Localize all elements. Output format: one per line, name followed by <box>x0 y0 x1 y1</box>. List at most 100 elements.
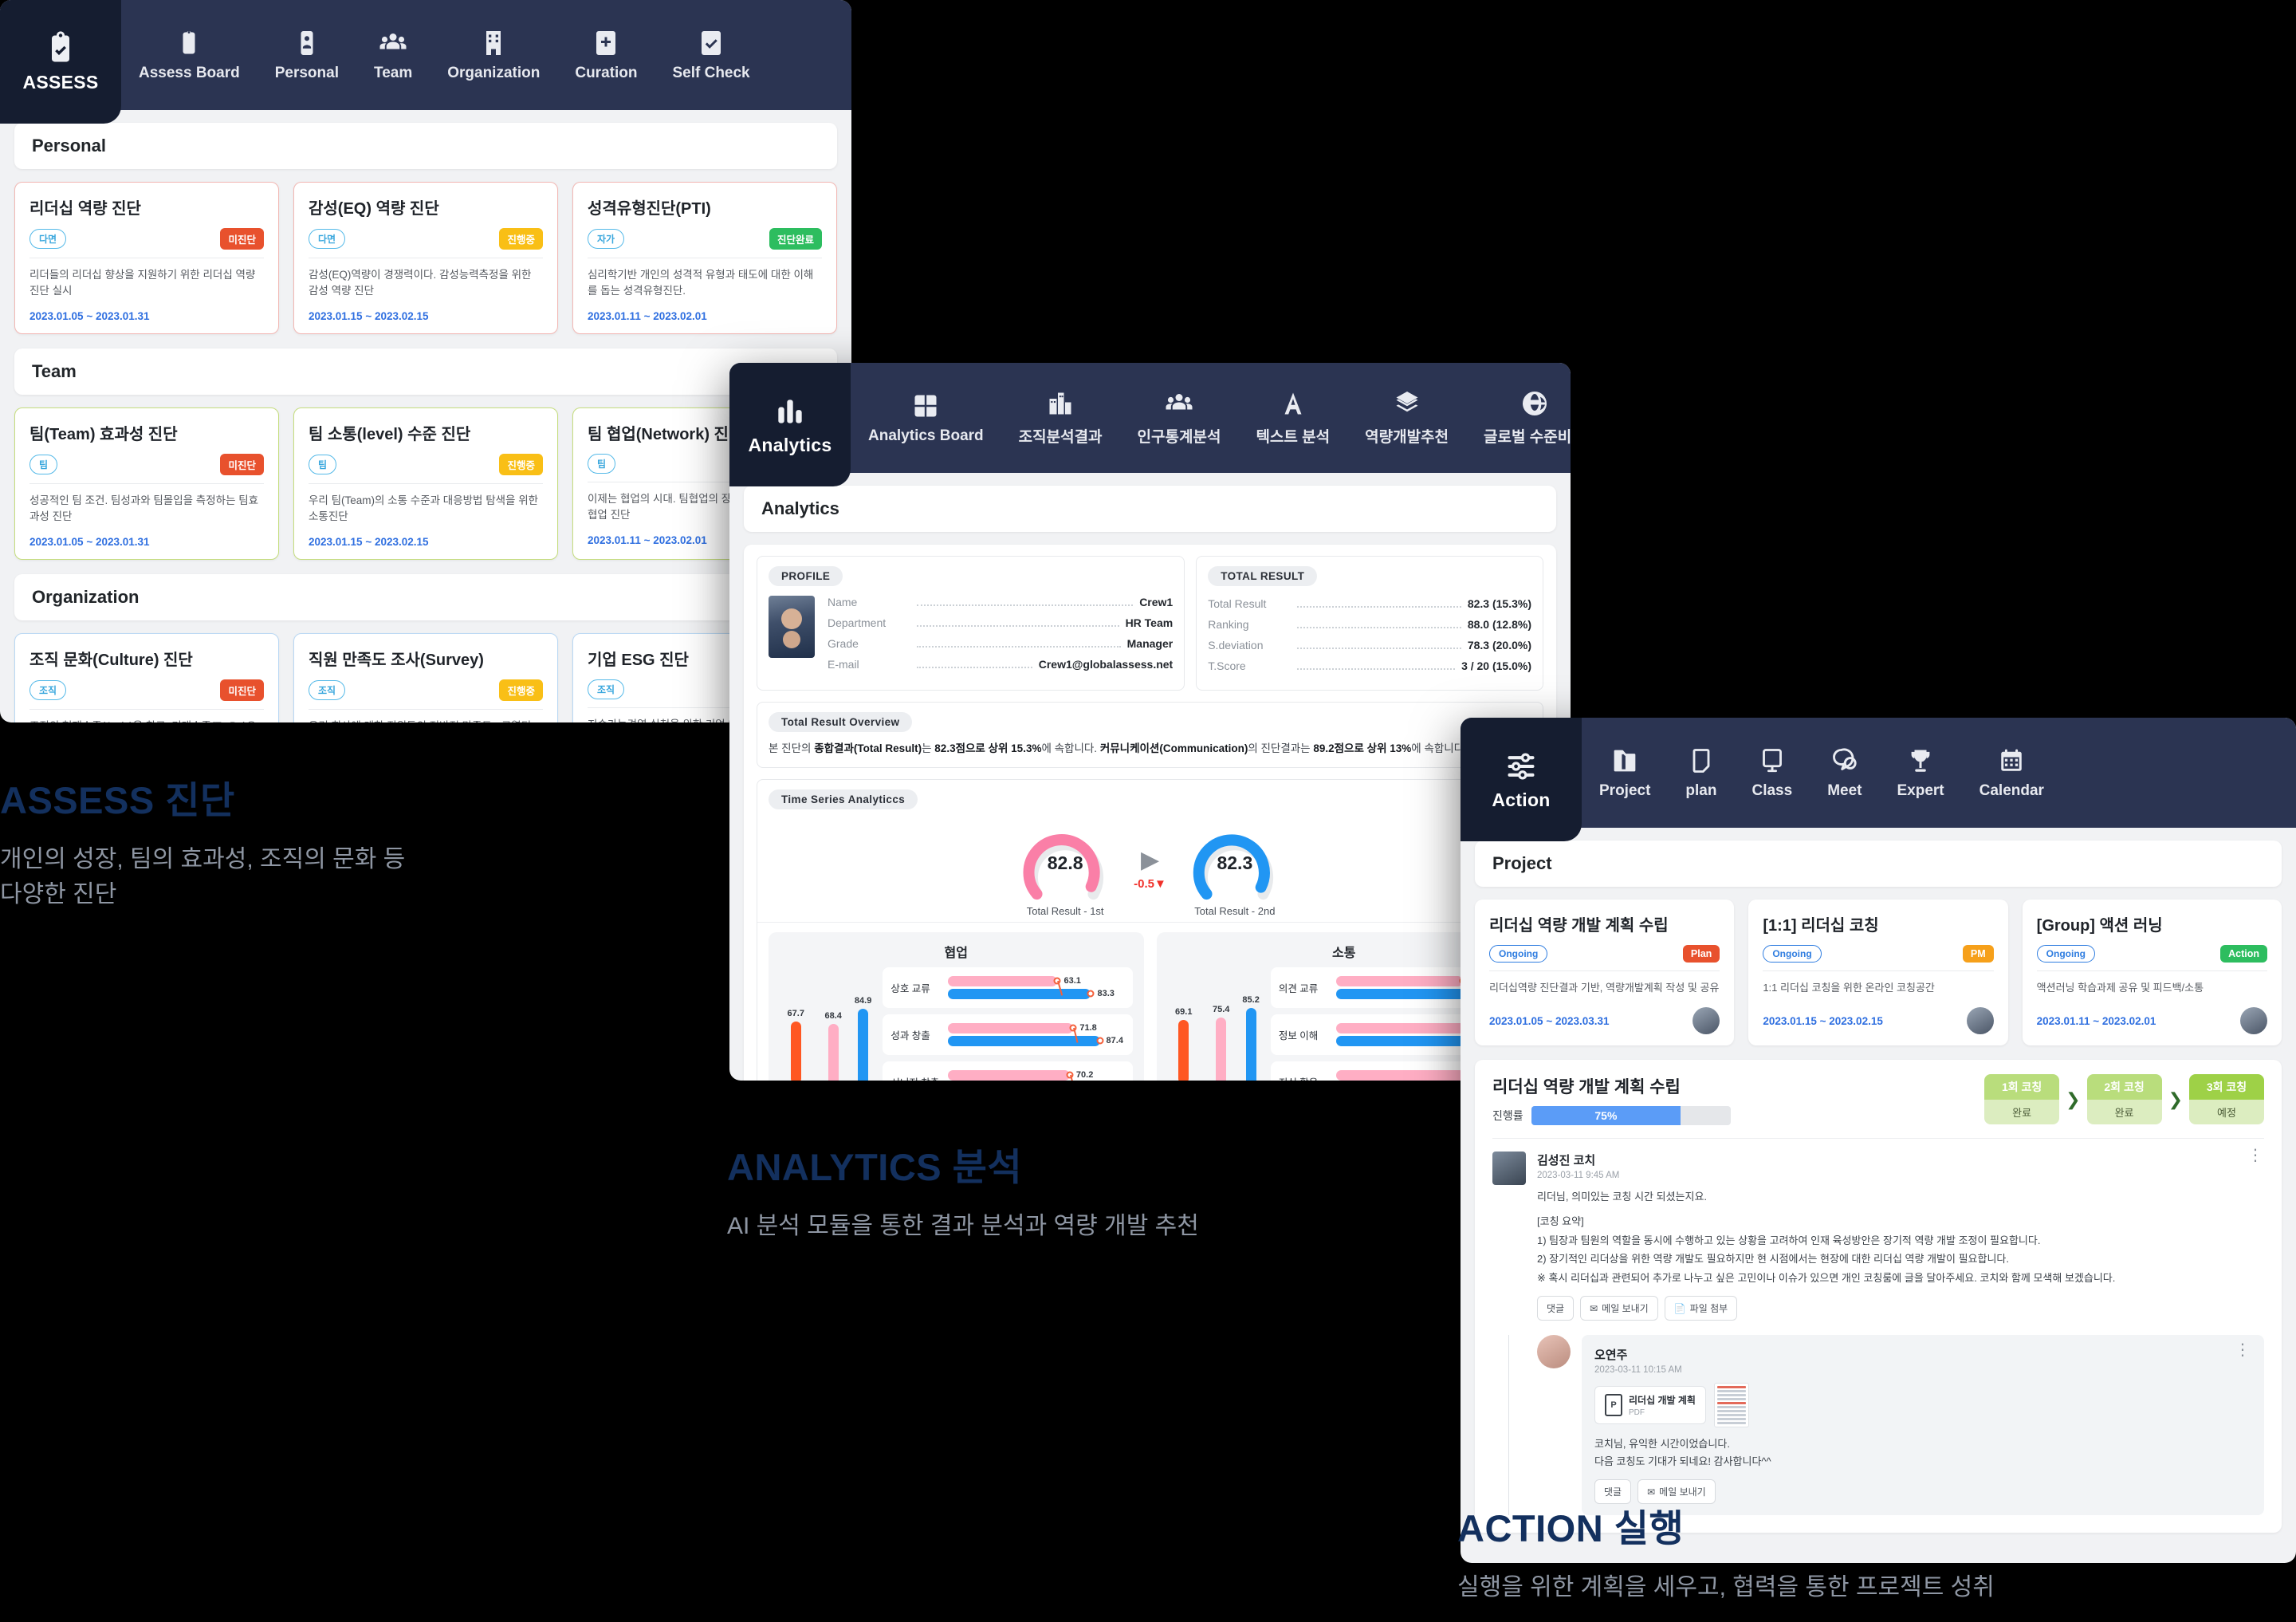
hbar-pair: 63.1 83.3 <box>948 974 1124 1002</box>
profile-key: E-mail <box>828 658 859 671</box>
project-desc: 액션러닝 학습과제 공유 및 피드백/소통 <box>2036 982 2204 994</box>
hbar-value: 71.8 <box>1079 1023 1097 1033</box>
check-square-icon <box>702 30 721 55</box>
action-nav-meet[interactable]: Meet <box>1810 718 1879 828</box>
send-mail-label: 메일 보내기 <box>1659 1486 1706 1498</box>
dot-leader <box>1297 668 1456 670</box>
hbar-first: 70.2 <box>948 1069 1093 1081</box>
coaching-step[interactable]: 1회 코칭 완료 <box>1984 1074 2060 1124</box>
detail-head: 리더십 역량 개발 계획 수립 진행률 75% <box>1492 1074 1731 1125</box>
action-nav-project[interactable]: Project <box>1582 718 1668 828</box>
card-badges: 조직 진행중 <box>309 679 543 701</box>
analytics-nav-global-compare[interactable]: 글로벌 수준비교 <box>1466 363 1571 473</box>
plus-square-icon <box>596 30 616 55</box>
result-key: Total Result <box>1208 597 1267 610</box>
assess-card[interactable]: 리더십 역량 진단 다면 미진단 리더들의 리더십 향상을 지원하기 위한 리더… <box>14 182 279 334</box>
reply-author: 오연주 <box>1594 1348 1628 1363</box>
clipboard-icon <box>183 30 195 53</box>
horizontal-bar-groups: 상호 교류 63.1 83.3 성과 창출 71.8 87.4 70.2 <box>883 967 1133 1081</box>
assess-nav-assess-board[interactable]: Assess Board <box>121 0 258 110</box>
assess-body: Personal 리더십 역량 진단 다면 미진단 리더들의 리더십 향상을 지… <box>0 110 851 722</box>
project-status-pill: Ongoing <box>1763 945 1822 963</box>
analytics-nav-competency-dev[interactable]: 역량개발추천 <box>1347 363 1466 473</box>
post-line: 1) 팀장과 팀원의 역할을 동시에 수행하고 있는 상황을 고려하여 인재 육… <box>1537 1234 2041 1246</box>
project-card[interactable]: [Group] 액션 러닝 Ongoing Action 액션러닝 학습과제 공… <box>2022 900 2282 1045</box>
result-row: Ranking 88.0 (12.8%) <box>1208 618 1531 632</box>
attachment-thumbnail[interactable] <box>1713 1383 1749 1428</box>
screenshot-stage: ASSESS Assess Board Personal Team Organi… <box>0 0 2296 1622</box>
profile-key: Name <box>828 596 858 608</box>
bar-shape <box>1178 1019 1189 1081</box>
action-nav-plan[interactable]: plan <box>1668 718 1734 828</box>
action-body: Project 리더십 역량 개발 계획 수립 Ongoing Plan 리더십… <box>1461 828 2296 1549</box>
assess-window: ASSESS Assess Board Personal Team Organi… <box>0 0 851 722</box>
action-nav-expert[interactable]: Expert <box>1879 718 1961 828</box>
analytics-brand-tab[interactable]: Analytics <box>729 363 851 486</box>
project-card[interactable]: 리더십 역량 개발 계획 수립 Ongoing Plan 리더십역량 진단결과 … <box>1475 900 1735 1045</box>
assess-card[interactable]: 직원 만족도 조사(Survey) 조직 진행중 우리 회사에 대한 직원들의 … <box>293 633 558 722</box>
coaching-step[interactable]: 2회 코칭 완료 <box>2086 1074 2162 1124</box>
hbar-first: 77.2 <box>1335 1022 1492 1033</box>
sliders-icon <box>1508 753 1535 779</box>
caption-sub: 실행을 위한 계획을 세우고, 협력을 통한 프로젝트 성취 <box>1457 1574 1995 1600</box>
analytics-navbar: Analytics Analytics Board 조직분석결과 인구통계분석 … <box>729 363 1571 486</box>
card-title: 리더십 역량 진단 <box>29 200 141 218</box>
project-footer: 2023.01.11 ~ 2023.02.01 <box>2037 1007 2267 1034</box>
analytics-nav-demographics[interactable]: 인구통계분석 <box>1120 363 1239 473</box>
calendar-icon <box>2001 749 2023 771</box>
analytics-nav-org-result[interactable]: 조직분석결과 <box>1001 363 1120 473</box>
result-row: Total Result 82.3 (15.3%) <box>1208 597 1531 611</box>
section-header-team: Team <box>14 348 837 395</box>
comment-button[interactable]: 댓글 <box>1537 1296 1575 1321</box>
attach-file-button[interactable]: 📄 파일 첨부 <box>1664 1296 1738 1321</box>
send-mail-button[interactable]: ✉ 메일 보내기 <box>1580 1296 1658 1321</box>
assess-card[interactable]: 팀(Team) 효과성 진단 팀 미진단 성공적인 팀 조건. 팀성과와 팀몰입… <box>14 407 279 560</box>
card-desc: 심리학기반 개인의 성격적 유형과 태도에 대한 이해를 돕는 성격유형진단. <box>588 269 814 297</box>
project-card[interactable]: [1:1] 리더십 코칭 Ongoing PM 1:1 리더십 코칭을 위한 온… <box>1748 900 2008 1045</box>
assess-nav-team[interactable]: Team <box>356 0 430 110</box>
assess-card[interactable]: 감성(EQ) 역량 진단 다면 진행중 감성(EQ)역량이 경쟁력이다. 감성능… <box>293 182 558 334</box>
card-status-tag: 진단완료 <box>769 228 822 250</box>
project-status-pill: Ongoing <box>1489 945 1548 963</box>
action-nav-calendar[interactable]: Calendar <box>1962 718 2062 828</box>
more-options-icon[interactable]: ⋮ <box>2235 1342 2251 1358</box>
bar-value: 75.4 <box>1212 1004 1230 1014</box>
assess-card[interactable]: 조직 문화(Culture) 진단 조직 미진단 조직의 현재수준(As-is)… <box>14 633 279 722</box>
action-nav-class[interactable]: Class <box>1734 718 1810 828</box>
card-type-pill: 자가 <box>588 229 625 249</box>
analytics-summary-box: PROFILE Name Crew1 Department HR Team Gr… <box>744 545 1556 1081</box>
caption-title: ANALYTICS 분석 <box>727 1146 1023 1188</box>
analytics-nav-analytics-board[interactable]: Analytics Board <box>851 363 1001 473</box>
assess-card[interactable]: 팀 소통(level) 수준 진단 팀 진행중 우리 팀(Team)의 소통 수… <box>293 407 558 560</box>
action-brand-tab[interactable]: Action <box>1461 718 1582 841</box>
card-type-pill: 조직 <box>588 679 625 699</box>
assess-nav-organization[interactable]: Organization <box>430 0 557 110</box>
overview-text: 본 진단의 종합결과(Total Result)는 82.3점으로 상위 15.… <box>769 742 1467 754</box>
profile-chip: PROFILE <box>769 566 843 586</box>
hbar-label: 시너지 창출 <box>890 1074 940 1081</box>
monitor-icon <box>1762 748 1782 772</box>
dot-leader <box>1297 627 1461 628</box>
caption-assess: ASSESS 진단 개인의 성장, 팀의 효과성, 조직의 문화 등 다양한 진… <box>0 770 405 911</box>
attachment-chip[interactable]: P 리더십 개발 계획 PDF <box>1594 1386 1706 1425</box>
more-options-icon[interactable]: ⋮ <box>2247 1148 2264 1163</box>
bar-item: 84.9 2nd <box>855 996 871 1081</box>
assess-nav-personal[interactable]: Personal <box>258 0 356 110</box>
assess-brand-tab[interactable]: ASSESS <box>0 0 121 124</box>
assess-org-cards: 조직 문화(Culture) 진단 조직 미진단 조직의 현재수준(As-is)… <box>14 633 837 722</box>
progress-label: 진행률 <box>1492 1109 1523 1122</box>
analytics-nav-text-analysis[interactable]: 텍스트 분석 <box>1238 363 1347 473</box>
card-type-pill: 팀 <box>588 454 616 474</box>
result-row: T.Score 3 / 20 (15.0%) <box>1208 659 1531 673</box>
assess-nav-self-check[interactable]: Self Check <box>655 0 767 110</box>
avatar <box>1693 1007 1720 1034</box>
coaching-step[interactable]: 3회 코칭 예정 <box>2189 1074 2264 1124</box>
assess-card[interactable]: 성격유형진단(PTI) 자가 진단완료 심리학기반 개인의 성격적 유형과 태도… <box>572 182 837 334</box>
section-header-personal: Personal <box>14 123 837 169</box>
profile-value: Crew1@globalassess.net <box>1038 658 1174 671</box>
project-cards: 리더십 역량 개발 계획 수립 Ongoing Plan 리더십역량 진단결과 … <box>1475 900 2282 1045</box>
comment-label: 댓글 <box>1547 1303 1565 1315</box>
assess-nav-curation[interactable]: Curation <box>557 0 655 110</box>
project-title: [1:1] 리더십 코칭 <box>1763 917 1879 935</box>
timeseries-chip: Time Series Analyticcs <box>769 789 918 809</box>
